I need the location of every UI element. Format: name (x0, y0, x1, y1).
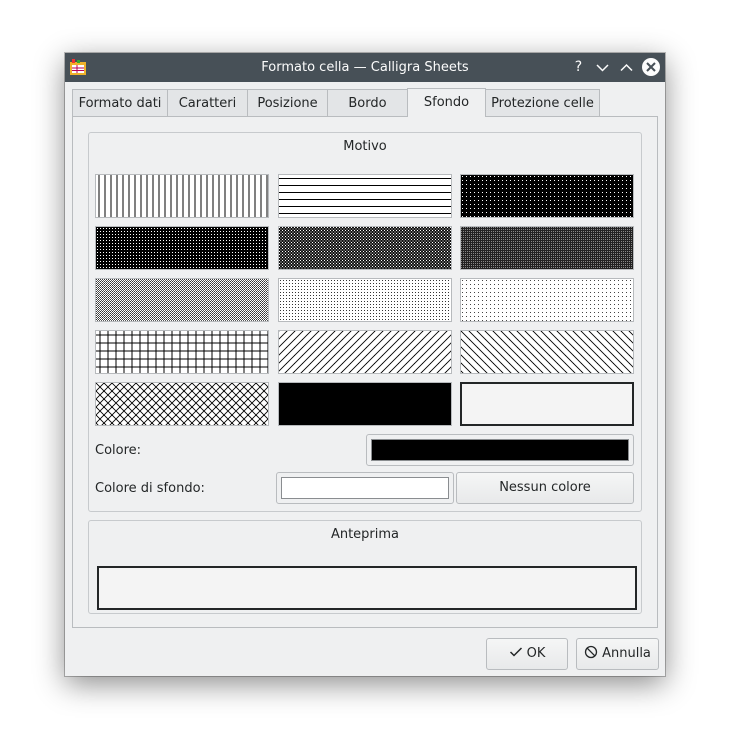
tab-sfondo[interactable]: Sfondo (407, 88, 486, 117)
pattern-sparse-dots-swatch (461, 279, 633, 321)
close-button[interactable] (642, 58, 660, 76)
preview-group: Anteprima (88, 520, 642, 614)
pattern-grid-swatch (96, 331, 268, 373)
help-button[interactable]: ? (568, 57, 589, 78)
pattern-diagonal-bdiag-swatch (279, 331, 451, 373)
tab-protezione-celle[interactable]: Protezione celle (485, 89, 600, 116)
pattern-dense-3-swatch (279, 227, 451, 269)
pattern-dense-6-swatch (279, 279, 451, 321)
no-color-button[interactable]: Nessun colore (456, 472, 634, 504)
pattern-dense-2[interactable] (95, 226, 269, 270)
pattern-dense-4-swatch (461, 227, 633, 269)
background-color-button[interactable] (276, 472, 454, 504)
pattern-dense-6[interactable] (278, 278, 452, 322)
minimize-button[interactable] (592, 57, 613, 78)
preview-title: Anteprima (330, 527, 400, 542)
motivo-title: Motivo (343, 139, 387, 154)
pattern-dense-1[interactable] (460, 174, 634, 218)
pattern-dense-5-swatch (96, 279, 268, 321)
tab-caratteri[interactable]: Caratteri (167, 89, 248, 116)
pattern-vertical-lines[interactable] (95, 174, 269, 218)
pattern-vertical-lines-swatch (96, 175, 268, 217)
maximize-button[interactable] (616, 57, 637, 78)
preview-box (97, 566, 637, 610)
title-bar[interactable]: Formato cella — Calligra Sheets ? (65, 53, 665, 82)
cancel-label: Annulla (602, 646, 651, 661)
pattern-sparse-dots[interactable] (460, 278, 634, 322)
pattern-diagonal-cross[interactable] (95, 382, 269, 426)
pattern-diagonal-cross-swatch (96, 383, 268, 425)
cancel-button[interactable]: Annulla (576, 638, 659, 670)
pattern-dense-1-swatch (461, 175, 633, 217)
pattern-horizontal-lines-swatch (279, 175, 451, 217)
checkmark-icon (509, 647, 522, 657)
pattern-diagonal-fdiag[interactable] (460, 330, 634, 374)
pattern-diagonal-fdiag-swatch (461, 331, 633, 373)
pattern-horizontal-lines[interactable] (278, 174, 452, 218)
background-color-label: Colore di sfondo: (95, 481, 205, 496)
ok-button[interactable]: OK (486, 638, 568, 670)
pattern-grid[interactable] (95, 330, 269, 374)
motivo-group: Motivo Colore: Colore di sfondo: Nessun … (88, 132, 642, 512)
tab-posizione[interactable]: Posizione (247, 89, 328, 116)
pattern-diagonal-bdiag[interactable] (278, 330, 452, 374)
pattern-dense-5[interactable] (95, 278, 269, 322)
ok-label: OK (526, 646, 546, 661)
tab-pane-sfondo: Motivo Colore: Colore di sfondo: Nessun … (72, 116, 658, 628)
format-cell-dialog: Formato cella — Calligra Sheets ? Format… (65, 53, 665, 676)
color-label: Colore: (95, 443, 142, 458)
cancel-icon (584, 645, 598, 659)
pattern-dense-3[interactable] (278, 226, 452, 270)
pattern-dense-2-swatch (96, 227, 268, 269)
chevron-up-icon (620, 63, 633, 72)
pattern-color-swatch (371, 439, 629, 461)
tab-formato-dati[interactable]: Formato dati (72, 89, 168, 116)
pattern-solid[interactable] (278, 382, 452, 426)
pattern-color-button[interactable] (366, 434, 634, 466)
background-color-swatch (281, 477, 449, 499)
close-icon (646, 62, 656, 72)
pattern-dense-4[interactable] (460, 226, 634, 270)
pattern-no-brush-selected[interactable] (460, 382, 634, 426)
tab-bordo[interactable]: Bordo (327, 89, 408, 116)
chevron-down-icon (596, 64, 609, 72)
